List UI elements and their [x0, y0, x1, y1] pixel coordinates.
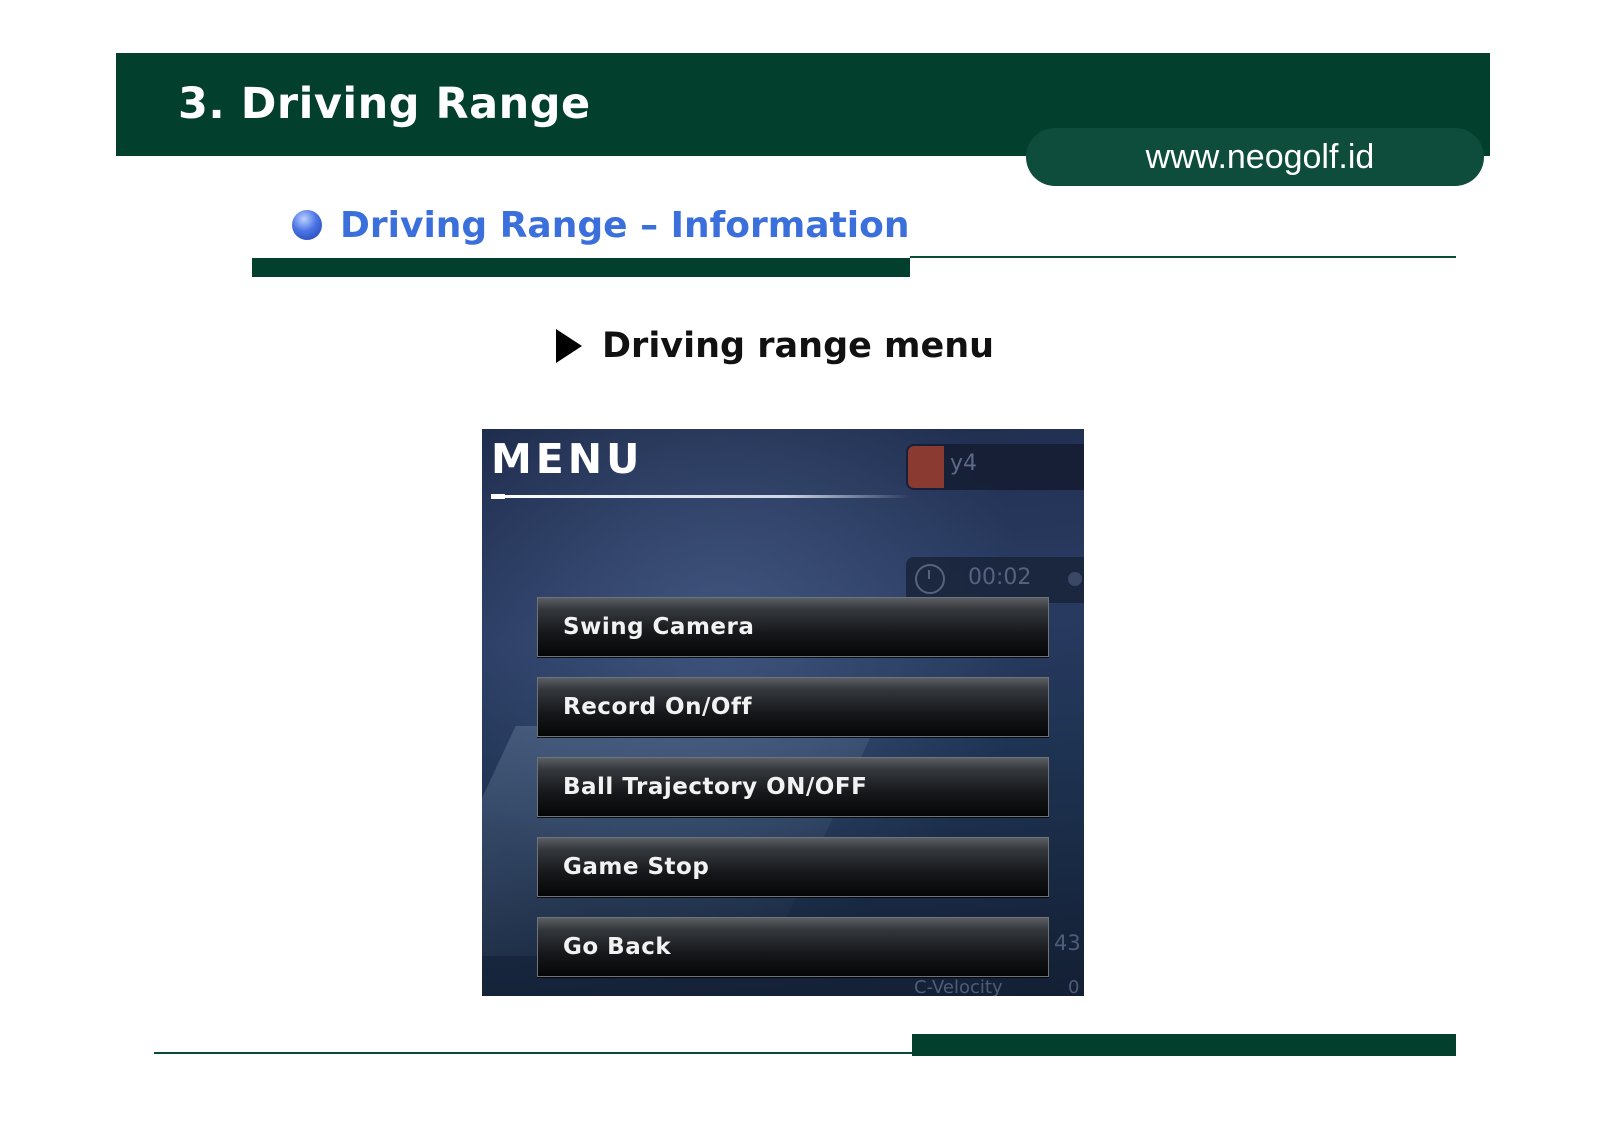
section-underline-thick — [252, 258, 910, 277]
bullet-circle-icon — [292, 210, 322, 240]
record-toggle-button[interactable]: Record On/Off — [537, 677, 1049, 737]
hud-partial-value: 43 — [1054, 931, 1081, 955]
clock-icon — [915, 564, 945, 594]
play-triangle-icon — [556, 329, 582, 363]
timer-value: 00:02 — [968, 565, 1032, 590]
menu-button-label: Game Stop — [563, 854, 710, 880]
subheading: Driving range menu — [556, 326, 994, 366]
website-url: www.neogolf.id — [1026, 128, 1484, 186]
menu-title-underline — [491, 495, 911, 498]
page-title: 3. Driving Range — [178, 79, 591, 129]
menu-title: MENU — [491, 435, 644, 483]
menu-button-label: Ball Trajectory ON/OFF — [563, 774, 868, 800]
status-dot-icon — [1068, 572, 1082, 586]
player-name: y4 — [950, 451, 978, 476]
footer-rule-thin — [154, 1052, 912, 1054]
swing-camera-button[interactable]: Swing Camera — [537, 597, 1049, 657]
player-flag-icon — [908, 446, 944, 488]
go-back-button[interactable]: Go Back — [537, 917, 1049, 977]
section-header: Driving Range – Information — [292, 200, 910, 250]
footer-rule-thick — [912, 1034, 1456, 1056]
menu-button-label: Record On/Off — [563, 694, 752, 720]
subheading-text: Driving range menu — [602, 326, 995, 366]
menu-button-label: Go Back — [563, 934, 672, 960]
ball-trajectory-toggle-button[interactable]: Ball Trajectory ON/OFF — [537, 757, 1049, 817]
section-underline-thin — [910, 256, 1456, 258]
menu-underline-tick — [491, 494, 505, 499]
menu-button-label: Swing Camera — [563, 614, 755, 640]
velocity-value: 0 — [1068, 977, 1080, 996]
menu-list: Swing Camera Record On/Off Ball Trajecto… — [537, 597, 1049, 996]
game-stop-button[interactable]: Game Stop — [537, 837, 1049, 897]
section-title: Driving Range – Information — [340, 204, 910, 246]
game-menu-screenshot: y4 00:02 43 C-Velocity 0 MENU Swing Came… — [482, 429, 1084, 996]
